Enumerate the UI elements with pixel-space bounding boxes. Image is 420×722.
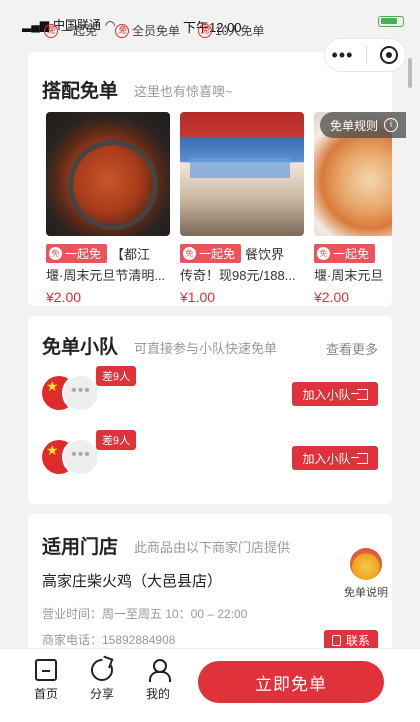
tab-label: 我的	[145, 687, 170, 701]
tab-label: 分享	[89, 687, 114, 701]
section-title: 搭配免单	[42, 81, 119, 102]
top-tag: 免一起免	[44, 22, 97, 39]
top-tag: 免 10人免单	[198, 22, 264, 39]
capsule-divider	[366, 46, 368, 64]
product-title-row: 免一起免	[314, 244, 392, 263]
free-tag: 免一起免	[180, 244, 242, 263]
product-card[interactable]: 免一起免 餐饮界 传奇！现98元/188... ¥1.00	[180, 112, 304, 302]
contact-button[interactable]: 联系	[323, 630, 378, 650]
tab-label: 首页	[33, 687, 58, 701]
free-help-button[interactable]: 免单说明	[338, 548, 394, 600]
product-image	[180, 112, 304, 236]
product-price: ¥2.00	[46, 289, 82, 302]
claim-free-button[interactable]: 立即免单	[198, 661, 384, 703]
enter-icon	[350, 452, 368, 464]
members-needed-badge: 差9人	[96, 366, 137, 386]
top-tag: 免全员免单	[115, 22, 180, 39]
share-icon	[91, 659, 113, 681]
rules-label: 免单规则	[329, 118, 378, 133]
top-tags: 免一起免 免全员免单 免 10人免单	[44, 22, 264, 39]
store-hours: 营业时间：周一至周五 10：00 – 22:00	[42, 607, 248, 621]
product-card[interactable]: 免一起免 堰·周末元旦 ¥2.00	[314, 112, 392, 302]
more-icon[interactable]: •••	[332, 46, 354, 64]
section-title: 适用门店	[42, 537, 119, 558]
product-image	[46, 112, 170, 236]
free-badge-icon: 免	[317, 247, 330, 260]
free-badge-icon: 免	[49, 247, 62, 260]
members-needed-badge: 差9人	[96, 430, 137, 450]
free-tag-label: 一起免	[333, 247, 370, 261]
product-title-line2: 堰·周末元旦节清明...	[46, 268, 166, 283]
phone-icon	[331, 634, 341, 646]
info-icon: i	[384, 118, 398, 132]
store-phone: 商家电话：15892884908	[42, 633, 176, 647]
product-price: ¥1.00	[180, 289, 216, 302]
join-team-label: 加入小队	[302, 451, 351, 466]
free-tag-label: 一起免	[65, 247, 102, 261]
product-title: 【都江	[111, 247, 151, 262]
home-icon	[35, 659, 57, 681]
product-title-line2: 堰·周末元旦	[314, 268, 384, 283]
free-badge-icon: 免	[198, 23, 213, 38]
free-badge-icon: 免	[183, 247, 196, 260]
product-card[interactable]: 免一起免 【都江 堰·周末元旦节清明... ¥2.00	[46, 112, 170, 302]
mascot-icon	[350, 548, 382, 580]
product-price: ¥2.00	[314, 289, 350, 302]
bottom-tab-bar: 首页 分享 我的 立即免单	[0, 648, 420, 722]
product-title-row: 免一起免 【都江	[46, 244, 170, 263]
section-subtitle: 可直接参与小队快速免单	[134, 341, 278, 356]
enter-icon	[350, 388, 368, 400]
tab-mine[interactable]: 我的	[138, 659, 178, 702]
join-team-label: 加入小队	[302, 387, 351, 402]
contact-label: 联系	[345, 633, 370, 648]
join-team-button[interactable]: 加入小队	[292, 382, 378, 406]
user-icon	[147, 659, 171, 682]
join-team-button[interactable]: 加入小队	[292, 446, 378, 470]
help-label: 免单说明	[344, 587, 388, 599]
free-team-section: 免单小队 可直接参与小队快速免单 查看更多 ••• 差9人 加入小队 ••• 差…	[28, 316, 392, 504]
miniprogram-capsule: •••	[324, 38, 406, 72]
free-tag: 免一起免	[314, 244, 376, 263]
combo-free-section: 搭配免单 这里也有惊喜噢~ 免单规则 i 免一起免 【都江 堰·周末元旦节清明.…	[28, 52, 406, 306]
free-tag: 免一起免	[46, 244, 108, 263]
scrollbar[interactable]	[408, 58, 412, 88]
empty-avatar: •••	[62, 438, 100, 476]
see-more-link[interactable]: 查看更多	[326, 339, 378, 358]
store-name: 高家庄柴火鸡（大邑县店）	[42, 573, 223, 590]
product-carousel[interactable]: 免一起免 【都江 堰·周末元旦节清明... ¥2.00 免一起免 餐饮界 传奇！…	[46, 112, 392, 302]
free-badge-icon: 免	[44, 23, 58, 38]
free-rules-button[interactable]: 免单规则 i	[319, 112, 406, 138]
close-miniprogram-icon[interactable]	[380, 46, 399, 64]
section-title: 免单小队	[42, 337, 119, 358]
product-title: 餐饮界	[245, 247, 285, 262]
product-title-row: 免一起免 餐饮界	[180, 244, 304, 263]
empty-avatar: •••	[62, 374, 100, 412]
team-row: ••• 差9人 加入小队	[42, 366, 378, 416]
product-title-line2: 传奇！现98元/188...	[180, 268, 296, 283]
free-badge-icon: 免	[115, 23, 130, 38]
tab-share[interactable]: 分享	[82, 659, 122, 702]
free-tag-label: 一起免	[199, 247, 236, 261]
tab-home[interactable]: 首页	[26, 659, 66, 702]
section-subtitle: 这里也有惊喜噢~	[134, 84, 233, 99]
section-subtitle: 此商品由以下商家门店提供	[134, 540, 291, 555]
team-row: ••• 差9人 加入小队	[42, 430, 378, 480]
battery-icon	[378, 16, 404, 27]
